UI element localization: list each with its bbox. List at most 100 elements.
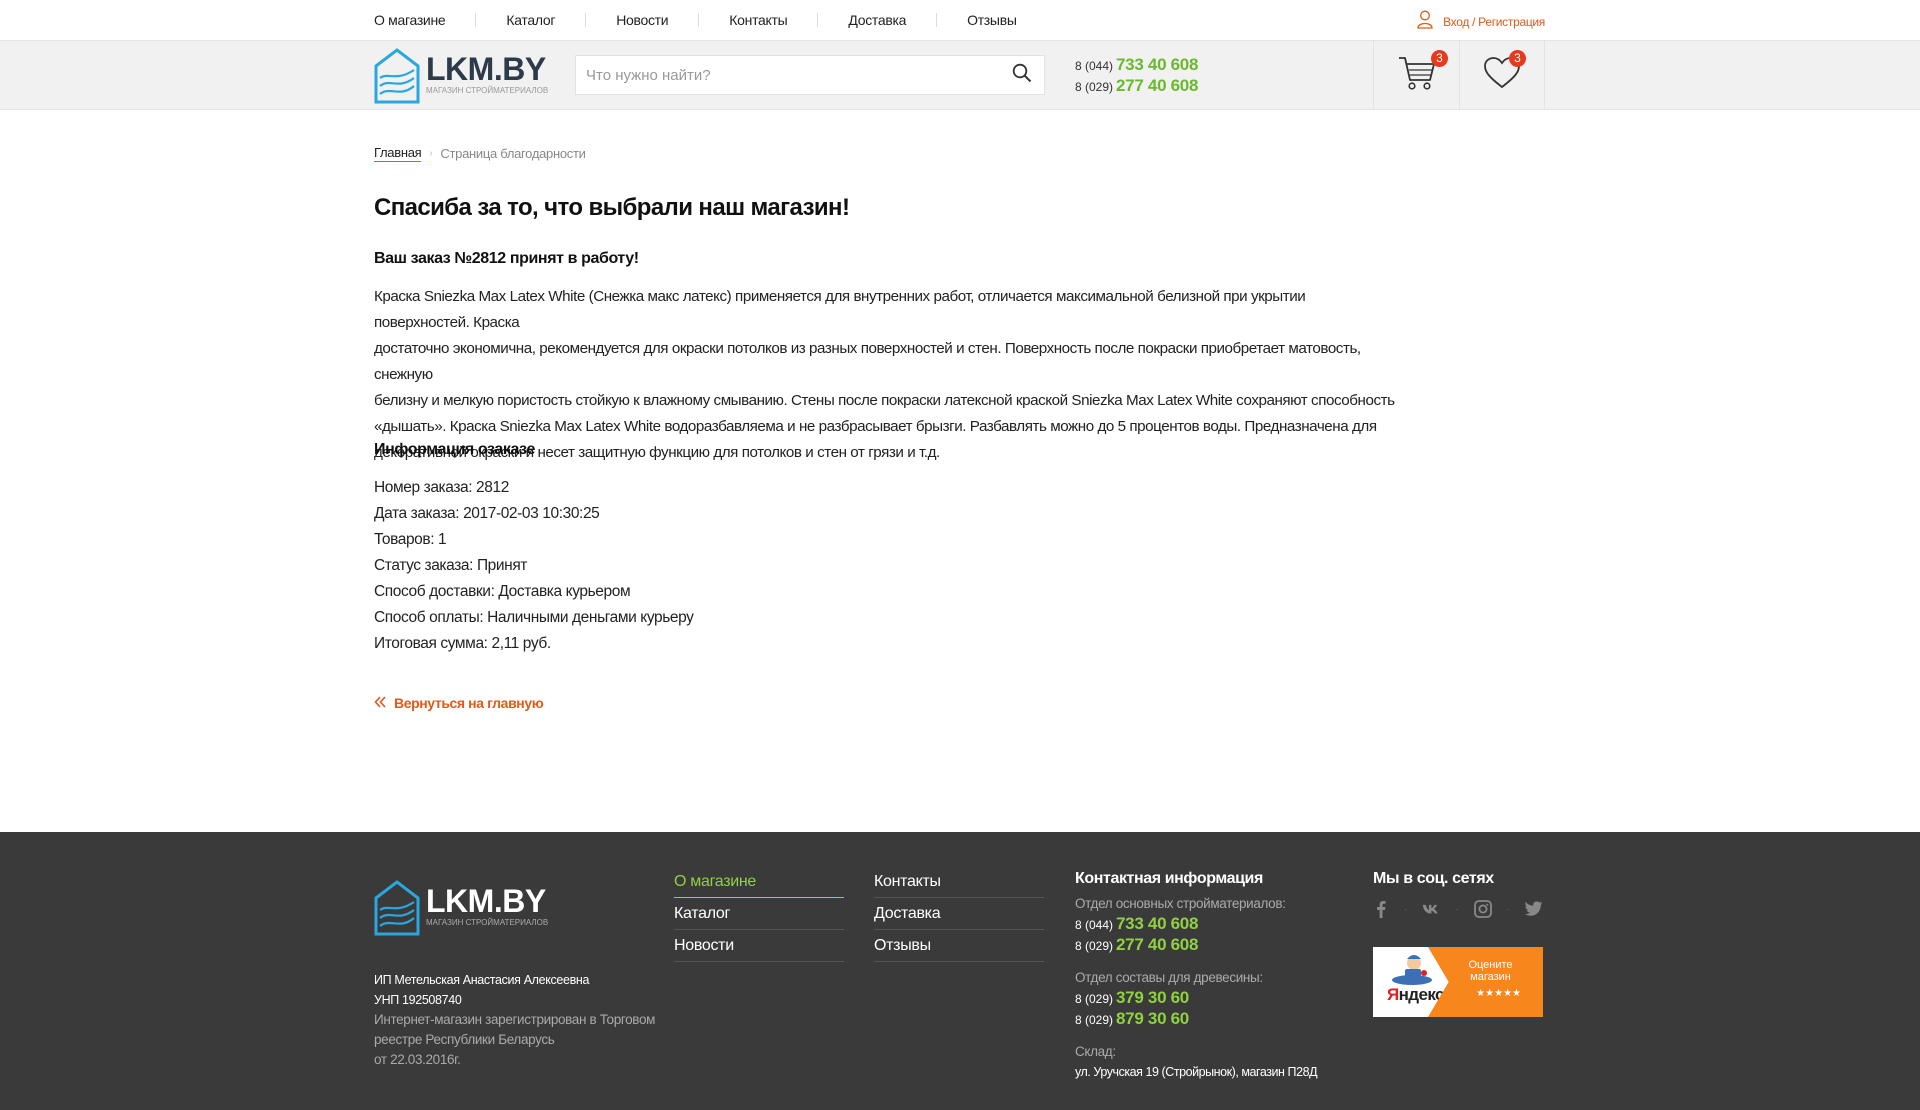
phone-number: 733 40 608 [1116, 914, 1199, 933]
footer-menu-delivery[interactable]: Доставка [874, 898, 1044, 930]
topnav-catalog[interactable]: Каталог [475, 13, 585, 27]
footer-menu-about[interactable]: О магазине [674, 866, 844, 898]
breadcrumb: Главная › Страница благодарности [374, 145, 586, 162]
topnav-news[interactable]: Новости [585, 13, 698, 27]
header-phone-2[interactable]: 8 (029) 277 40 608 [1075, 76, 1198, 97]
order-status: Статус заказа: Принят [374, 557, 528, 574]
logo-subtitle: МАГАЗИН СТРОЙМАТЕРИАЛОВ [426, 86, 549, 95]
breadcrumb-home[interactable]: Главная [374, 145, 422, 162]
order-payment-method: Способ оплаты: Наличными деньгами курьер… [374, 609, 694, 626]
yandex-rate-text: Оцените магазин [1468, 959, 1513, 983]
contacts-title: Контактная информация [1075, 870, 1263, 887]
warehouse-label: Склад: [1075, 1044, 1116, 1059]
favorites-button[interactable]: 3 [1459, 41, 1545, 109]
phone-code: 8 (044) [1075, 918, 1114, 932]
social-links: · · · [1373, 900, 1543, 918]
order-number: Номер заказа: 2812 [374, 479, 509, 496]
site-logo[interactable]: LKM.BY МАГАЗИН СТРОЙМАТЕРИАЛОВ [374, 48, 548, 109]
order-items-count: Товаров: 1 [374, 531, 447, 548]
phone-code: 8 (029) [1075, 80, 1114, 94]
dept2-phone-1[interactable]: 8 (029) 379 30 60 [1075, 988, 1335, 1009]
footer-menu-news[interactable]: Новости [674, 930, 844, 962]
description-line: «дышать». Краска Sniezka Max Latex White… [374, 418, 1377, 435]
facebook-icon[interactable] [1373, 900, 1389, 918]
company-info: ИП Метельская Анастасия Алексеевна УНП 1… [374, 970, 664, 1070]
user-icon [1417, 10, 1433, 34]
order-accepted-heading: Ваш заказ №2812 принят в работу! [374, 250, 639, 267]
dept2-phone-2[interactable]: 8 (029) 879 30 60 [1075, 1009, 1335, 1030]
social-divider: · [1506, 903, 1510, 915]
topnav-delivery[interactable]: Доставка [817, 13, 936, 27]
dept1-phone-1[interactable]: 8 (044) 733 40 608 [1075, 914, 1335, 935]
phone-code: 8 (029) [1075, 1013, 1114, 1027]
description-line: Краска Sniezka Max Latex White (Снежка м… [374, 288, 1306, 331]
search-input[interactable] [576, 56, 1000, 94]
order-delivery-method: Способ доставки: Доставка курьером [374, 583, 631, 600]
footer-logo[interactable]: LKM.BY МАГАЗИН СТРОЙМАТЕРИАЛОВ [374, 880, 548, 941]
registry-line-3: от 22.03.2016г. [374, 1052, 461, 1067]
phone-code: 8 (029) [1075, 992, 1114, 1006]
footer-contacts: Контактная информация Отдел основных стр… [1075, 866, 1335, 1082]
vk-icon[interactable] [1422, 900, 1440, 918]
order-total: Итоговая сумма: 2,11 руб. [374, 635, 551, 652]
top-bar: О магазине Каталог Новости Контакты Дост… [0, 0, 1920, 40]
company-unp: УНП 192508740 [374, 993, 462, 1007]
order-date: Дата заказа: 2017-02-03 10:30:25 [374, 505, 600, 522]
footer-menu-col-1: О магазине Каталог Новости [674, 866, 844, 962]
site-footer: LKM.BY МАГАЗИН СТРОЙМАТЕРИАЛОВ ИП Метель… [0, 832, 1920, 1110]
login-link[interactable]: Вход / Регистрация [1417, 10, 1545, 34]
dept1-label: Отдел основных стройматериалов: [1075, 896, 1286, 911]
yandex-stars-icon: ★★★★★ [1476, 988, 1521, 999]
cart-count-badge: 3 [1431, 50, 1448, 67]
header-phone-1[interactable]: 8 (044) 733 40 608 [1075, 55, 1198, 76]
footer-menu-catalog[interactable]: Каталог [674, 898, 844, 930]
header-phones: 8 (044) 733 40 608 8 (029) 277 40 608 [1075, 55, 1198, 97]
double-chevron-left-icon [374, 695, 386, 711]
breadcrumb-separator-icon: › [429, 148, 433, 159]
site-header: LKM.BY МАГАЗИН СТРОЙМАТЕРИАЛОВ 8 (044) 7… [0, 40, 1920, 110]
dept1-phone-2[interactable]: 8 (029) 277 40 608 [1075, 935, 1335, 956]
top-nav: О магазине Каталог Новости Контакты Дост… [374, 0, 1047, 40]
product-description: Краска Sniezka Max Latex White (Снежка м… [374, 284, 1404, 466]
breadcrumb-current: Страница благодарности [440, 146, 586, 161]
cart-button[interactable]: 3 [1373, 41, 1459, 109]
yandex-rate-banner[interactable]: Яндекс Оцените магазин ★★★★★ [1373, 947, 1543, 1017]
phone-number: 277 40 608 [1116, 935, 1199, 954]
phone-number: 379 30 60 [1116, 988, 1189, 1007]
yandex-label: Яндекс [1387, 985, 1444, 1004]
search-bar [575, 55, 1045, 95]
phone-number: 733 40 608 [1116, 55, 1199, 74]
topnav-reviews[interactable]: Отзывы [936, 13, 1046, 27]
favorites-count-badge: 3 [1509, 50, 1526, 67]
social-divider: · [1403, 903, 1408, 915]
footer-menu-contacts[interactable]: Контакты [874, 866, 1044, 898]
phone-number: 277 40 608 [1116, 76, 1199, 95]
page-title: Спасиба за то, что выбрали наш магазин! [374, 194, 850, 221]
footer-menu-reviews[interactable]: Отзывы [874, 930, 1044, 962]
search-icon [1012, 63, 1032, 88]
search-button[interactable] [1000, 56, 1044, 94]
description-line: белизну и мелкую пористость стойкую к вл… [374, 392, 1395, 409]
topnav-about[interactable]: О магазине [374, 13, 475, 27]
twitter-icon[interactable] [1525, 900, 1543, 918]
logo-title: LKM.BY [426, 51, 546, 87]
footer-logo-subtitle: МАГАЗИН СТРОЙМАТЕРИАЛОВ [426, 918, 549, 927]
phone-code: 8 (044) [1075, 59, 1114, 73]
phone-code: 8 (029) [1075, 939, 1114, 953]
order-details: Номер заказа: 2812 Дата заказа: 2017-02-… [374, 475, 694, 657]
order-info-heading: Информация озаказе [374, 441, 536, 458]
back-to-home-link[interactable]: Вернуться на главную [374, 695, 544, 711]
social-title: Мы в соц. сетях [1373, 870, 1494, 887]
dept2-label: Отдел составы для древесины: [1075, 970, 1263, 985]
warehouse-address: ул. Уручская 19 (Стройрынок), магазин П2… [1075, 1065, 1318, 1079]
login-label: Вход / Регистрация [1443, 15, 1545, 29]
logo-house-icon [374, 48, 420, 109]
description-line: достаточно экономична, рекомендуется для… [374, 340, 1361, 383]
footer-menu-col-2: Контакты Доставка Отзывы [874, 866, 1044, 962]
registry-line-1: Интернет-магазин зарегистрирован в Торго… [374, 1012, 656, 1027]
footer-social: Мы в соц. сетях · · · Яндекс Оцените маг… [1373, 866, 1543, 1017]
company-name: ИП Метельская Анастасия Алексеевна [374, 973, 590, 987]
instagram-icon[interactable] [1473, 900, 1492, 918]
back-link-label: Вернуться на главную [394, 695, 544, 711]
topnav-contacts[interactable]: Контакты [698, 13, 817, 27]
